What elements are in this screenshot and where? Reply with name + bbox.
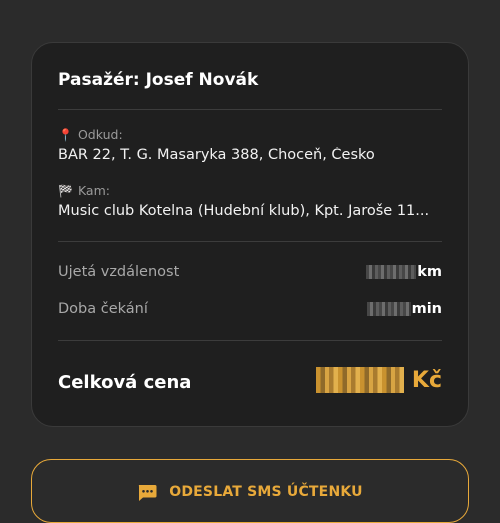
waiting-unit: min [411,301,442,317]
total-currency: Kč [411,367,442,393]
to-address: Music club Kotelna (Hudební klub), Kpt. … [58,203,430,219]
redacted-value [366,302,411,316]
send-sms-receipt-label: ODESLAT SMS ÚČTENKU [169,484,363,500]
from-address: BAR 22, T. G. Masaryka 388, Choceň, Česk… [58,147,375,163]
divider [58,241,442,242]
passenger-name: Pasažér: Josef Novák [58,70,259,90]
message-icon [139,485,157,501]
waiting-value: min [366,301,442,317]
checkered-flag-icon: 🏁 [58,184,73,198]
divider [58,109,442,110]
to-label-row: 🏁 Kam: [58,183,110,198]
total-price: Kč [315,367,442,393]
receipt-card: Pasažér: Josef Novák 📍 Odkud: BAR 22, T. … [31,42,469,427]
from-label: Odkud: [77,127,123,142]
redacted-price [315,367,404,393]
redacted-value [366,265,417,279]
waiting-label: Doba čekání [58,301,148,317]
from-label-row: 📍 Odkud: [58,127,123,142]
total-label: Celková cena [58,372,192,393]
to-label: Kam: [77,183,110,198]
divider [58,340,442,341]
distance-unit: km [417,264,442,280]
send-sms-receipt-button[interactable]: ODESLAT SMS ÚČTENKU [31,459,469,523]
distance-label: Ujetá vzdálenost [58,264,180,280]
pin-icon: 📍 [58,128,73,142]
distance-value: km [366,264,442,280]
